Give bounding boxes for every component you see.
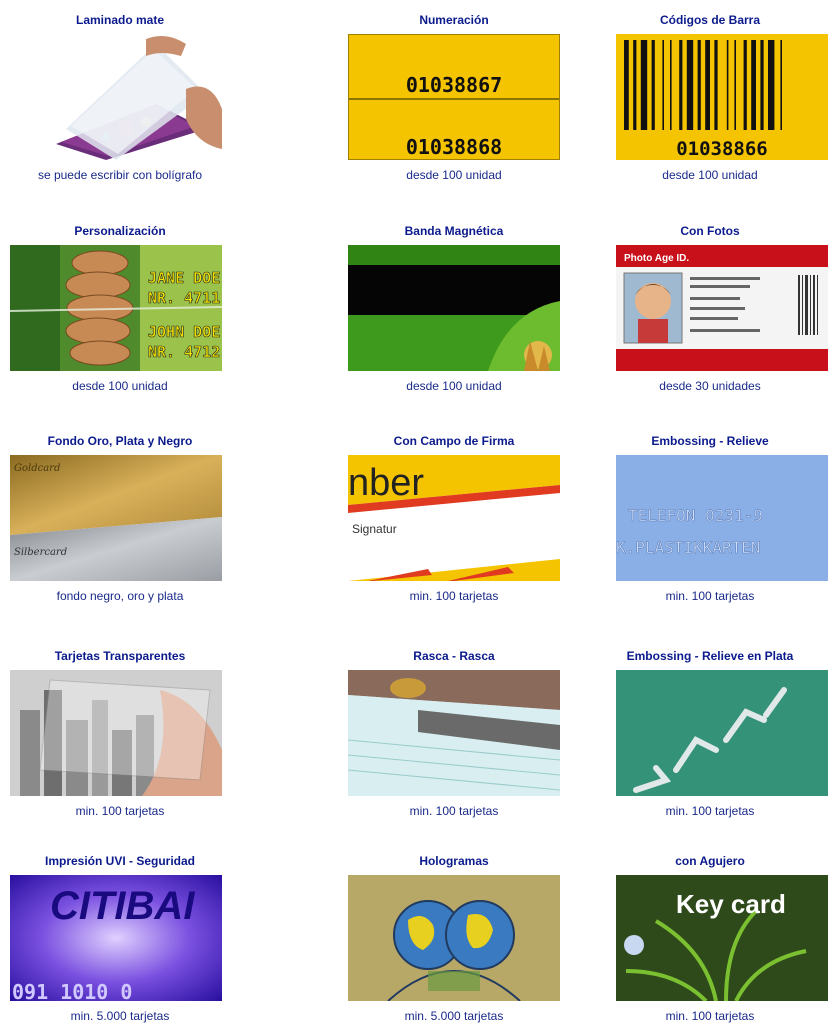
product-title: Banda Magnética — [404, 224, 504, 238]
barcode-bar — [697, 40, 701, 130]
product-caption: desde 100 unidad — [662, 168, 758, 182]
product-title: Hologramas — [419, 854, 489, 868]
firma-image[interactable]: nber Signatur — [348, 455, 560, 581]
product-caption: min. 100 tarjetas — [665, 804, 755, 818]
barcode-bar — [624, 40, 629, 130]
product-card-agujero[interactable]: con Agujero Key card min. 100 tarjetas — [590, 853, 830, 1033]
barcode-number: 01038866 — [676, 138, 768, 160]
product-caption: desde 100 unidad — [406, 168, 502, 182]
hologramas-image[interactable] — [348, 875, 560, 1001]
product-card-rasca[interactable]: Rasca - Rasca min. 100 tarjetas — [334, 648, 574, 828]
product-card-uvi[interactable]: Impresión UVI - Seguridad CITIBAI 091 10… — [0, 853, 240, 1033]
product-title: Con Fotos — [680, 224, 740, 238]
number-bottom: 01038868 — [406, 135, 502, 159]
product-title: Fondo Oro, Plata y Negro — [47, 434, 193, 448]
barcode-bar — [662, 40, 664, 130]
agujero-text: Key card — [676, 889, 786, 919]
laminado-image[interactable] — [36, 34, 222, 160]
product-card-personalizacion[interactable]: Personalización JANE DOE NR. 4711 JOHN D… — [0, 223, 240, 403]
barcode-bar — [751, 40, 756, 130]
product-card-laminado[interactable]: Laminado mate se puede escribir con bolí… — [0, 12, 240, 192]
barcode-bar — [768, 40, 775, 130]
product-title: Personalización — [74, 224, 166, 238]
personalizacion-image[interactable]: JANE DOE NR. 4711 JOHN DOE NR. 4712 — [10, 245, 222, 371]
product-card-embossing[interactable]: Embossing - Relieve TELEFON 0231-9 K.PLA… — [590, 433, 830, 613]
silver-label: Silbercard — [14, 547, 67, 558]
product-title: Embossing - Relieve en Plata — [626, 649, 794, 663]
id-card-header: Photo Age ID. — [624, 253, 689, 264]
product-title: Impresión UVI - Seguridad — [44, 854, 196, 868]
barcode-bar — [686, 40, 694, 130]
product-caption: min. 100 tarjetas — [665, 1009, 755, 1023]
transparentes-image[interactable] — [10, 670, 222, 796]
uvi-code: 091 1010 0 — [12, 980, 132, 1001]
product-caption: min. 100 tarjetas — [665, 589, 755, 603]
barcode-bar — [743, 40, 747, 130]
firma-sig-text: Signatur — [352, 522, 397, 536]
barcode-bar — [705, 40, 710, 130]
barcode-bar — [714, 40, 718, 130]
product-card-numeracion[interactable]: Numeración 01038867 01038868 desde 100 u… — [334, 12, 574, 192]
product-title: con Agujero — [675, 854, 745, 868]
barcode-bar — [633, 40, 637, 130]
barcode-bar — [726, 40, 729, 130]
product-caption: desde 100 unidad — [72, 379, 168, 393]
product-caption: min. 100 tarjetas — [409, 804, 499, 818]
barcode-bar — [760, 40, 764, 130]
product-caption: se puede escribir con bolígrafo — [37, 168, 203, 182]
rasca-image[interactable] — [348, 670, 560, 796]
product-card-transparentes[interactable]: Tarjetas Transparentes min. 100 tarjetas — [0, 648, 240, 828]
barcode-bar — [651, 40, 655, 130]
product-caption: min. 5.000 tarjetas — [404, 1009, 504, 1023]
embossing-image[interactable]: TELEFON 0231-9 K.PLASTIKKARTEN — [616, 455, 828, 581]
product-card-embossing-plata[interactable]: Embossing - Relieve en Plata min. 100 ta… — [590, 648, 830, 828]
barcode-bar — [640, 40, 648, 130]
barcode-bar — [679, 40, 683, 130]
product-grid: Laminado mate se puede escribir con bolí… — [0, 0, 830, 1032]
fondo-image[interactable]: Goldcard Silbercard — [10, 455, 222, 581]
product-title: Laminado mate — [75, 13, 165, 27]
product-caption: min. 100 tarjetas — [75, 804, 165, 818]
product-title: Con Campo de Firma — [393, 434, 515, 448]
product-caption: fondo negro, oro y plata — [56, 589, 184, 603]
fotos-image[interactable]: Photo Age ID. — [616, 245, 828, 371]
product-card-hologramas[interactable]: Hologramas min. 5.000 tarjetas — [334, 853, 574, 1033]
emboss-line-2: K.PLASTIKKARTEN — [616, 538, 761, 557]
product-card-fotos[interactable]: Con Fotos Photo Age ID. desde 30 unidade… — [590, 223, 830, 403]
product-card-banda[interactable]: Banda Magnética desde 100 unidad — [334, 223, 574, 403]
barcode-bar — [780, 40, 782, 130]
uvi-text: CITIBAI — [50, 884, 195, 928]
number-top: 01038867 — [406, 73, 502, 97]
product-card-firma[interactable]: Con Campo de Firma nber Signatur min. 10… — [334, 433, 574, 613]
product-card-fondo[interactable]: Fondo Oro, Plata y Negro Goldcard Silber… — [0, 433, 240, 613]
agujero-image[interactable]: Key card — [616, 875, 828, 1001]
card-text-1: JANE DOE — [148, 269, 220, 287]
banda-image[interactable] — [348, 245, 560, 371]
product-card-codigos[interactable]: Códigos de Barra 01038866 desde 100 unid… — [590, 12, 830, 192]
uvi-image[interactable]: CITIBAI 091 1010 0 — [10, 875, 222, 1001]
gold-label: Goldcard — [14, 463, 60, 474]
product-caption: desde 100 unidad — [406, 379, 502, 393]
product-title: Numeración — [419, 13, 489, 27]
product-caption: desde 30 unidades — [659, 379, 761, 393]
product-title: Tarjetas Transparentes — [54, 649, 186, 663]
emboss-line-1: TELEFON 0231-9 — [628, 506, 763, 525]
barcode-bar — [670, 40, 672, 130]
product-caption: min. 100 tarjetas — [409, 589, 499, 603]
product-title: Rasca - Rasca — [413, 649, 495, 663]
barcode-image[interactable]: 01038866 — [616, 34, 828, 160]
firma-big-text: nber — [348, 462, 424, 504]
numeracion-image[interactable]: 01038867 01038868 — [348, 34, 560, 160]
barcode-bar — [734, 40, 736, 130]
product-title: Códigos de Barra — [659, 13, 761, 27]
embossing-plata-image[interactable] — [616, 670, 828, 796]
card-text-3: JOHN DOE — [148, 323, 220, 341]
product-title: Embossing - Relieve — [651, 434, 769, 448]
card-text-4: NR. 4712 — [148, 343, 220, 361]
product-caption: min. 5.000 tarjetas — [70, 1009, 170, 1023]
card-text-2: NR. 4711 — [148, 289, 220, 307]
